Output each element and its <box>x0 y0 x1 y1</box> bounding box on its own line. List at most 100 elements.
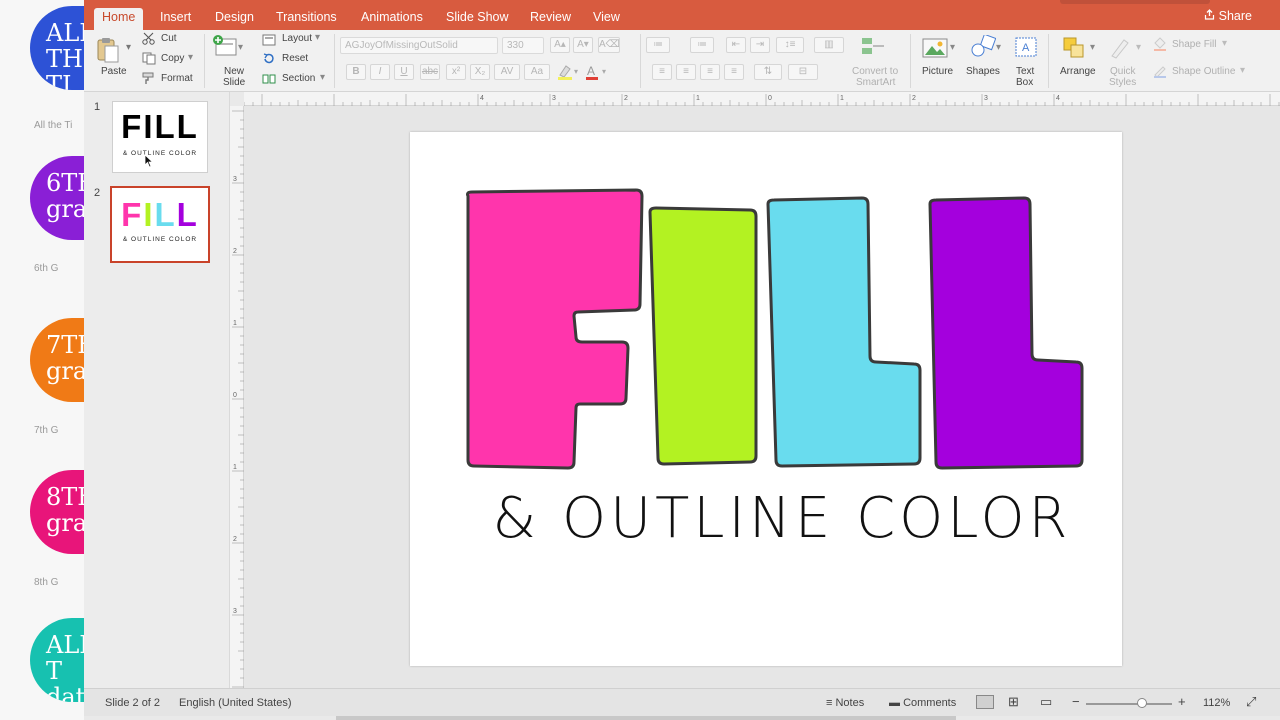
notes-button[interactable]: ≡ Notes <box>826 697 864 709</box>
grow-font-button[interactable]: A▴ <box>550 37 570 53</box>
ribbon-separator <box>1048 34 1049 88</box>
tab-slide-show[interactable]: Slide Show <box>438 8 517 30</box>
share-label: Share <box>1218 9 1252 23</box>
tab-transitions[interactable]: Transitions <box>268 8 345 30</box>
format-painter-button[interactable]: Format <box>161 73 193 84</box>
align-text-button[interactable]: ⊟ <box>788 64 818 80</box>
slide-subtitle[interactable]: & OUTLINE COLOR <box>472 484 1092 554</box>
line-spacing-button[interactable]: ↕≡ <box>776 37 804 53</box>
thumbnail-title-letter: L <box>154 196 177 233</box>
align-right-button[interactable]: ≡ <box>700 64 720 80</box>
desktop-folder-icon[interactable]: ALL T date <box>30 618 84 702</box>
mouse-cursor-icon <box>144 154 154 168</box>
share-button[interactable]: Share <box>1204 9 1252 23</box>
align-left-button[interactable]: ≡ <box>652 64 672 80</box>
columns-button[interactable]: ▥ <box>814 37 844 53</box>
desktop-folder-icon[interactable]: 8TH grade <box>30 470 84 554</box>
zoom-out-button[interactable]: − <box>1072 694 1080 709</box>
shrink-font-button[interactable]: A▾ <box>573 37 593 53</box>
numbering-button[interactable]: ≔ <box>690 37 714 53</box>
section-dropdown-icon[interactable]: ▾ <box>320 72 325 83</box>
copy-dropdown-icon[interactable]: ▾ <box>188 52 193 63</box>
subscript-button[interactable]: X₂ <box>470 64 490 80</box>
tab-insert[interactable]: Insert <box>152 8 199 30</box>
font-name-field[interactable]: AGJoyOfMissingOutSolid <box>340 37 498 54</box>
arrange-icon[interactable] <box>1062 36 1088 65</box>
section-button[interactable]: Section <box>282 73 315 84</box>
shape-fill-button[interactable]: Shape Fill <box>1172 39 1216 50</box>
underline-button[interactable]: U <box>394 64 414 80</box>
desktop-folder-icon[interactable]: ALL THE TI SCHOOLH 2018 - <box>30 6 84 90</box>
decrease-indent-button[interactable]: ⇤ <box>726 37 746 53</box>
zoom-level[interactable]: 112% <box>1203 697 1230 709</box>
ribbon-separator <box>334 34 335 88</box>
slide-thumbnail-1[interactable]: FILL & OUTLINE COLOR <box>112 101 208 173</box>
align-center-button[interactable]: ≡ <box>676 64 696 80</box>
zoom-in-button[interactable]: + <box>1178 694 1186 709</box>
letter-f-shape[interactable] <box>466 188 644 470</box>
font-size-field[interactable]: 330 <box>502 37 544 54</box>
smartart-icon[interactable] <box>860 36 886 63</box>
ribbon-home: Paste ▾ Cut Copy ▾ Format ▾ New Slide La… <box>84 30 1280 92</box>
highlight-icon[interactable]: ▾ <box>556 63 580 86</box>
thumbnail-title: FILL <box>112 197 208 233</box>
new-slide-icon[interactable] <box>212 34 238 63</box>
comments-button[interactable]: ▬ Comments <box>889 697 956 709</box>
shapes-icon[interactable] <box>970 33 997 64</box>
layout-dropdown-icon[interactable]: ▾ <box>315 32 320 43</box>
vertical-ruler: 3 2 1 0 1 2 3 <box>230 106 244 688</box>
tab-animations[interactable]: Animations <box>353 8 431 30</box>
text-box-label-1[interactable]: Text <box>1016 66 1034 77</box>
tab-design[interactable]: Design <box>207 8 262 30</box>
paste-button[interactable]: Paste <box>101 66 127 77</box>
bold-button[interactable]: B <box>346 64 366 80</box>
slide-sorter-view-icon[interactable]: ⊞ <box>1008 694 1019 710</box>
slide-thumbnail-2[interactable]: FILL & OUTLINE COLOR <box>110 186 210 263</box>
dock-edge <box>336 716 956 720</box>
picture-button[interactable]: Picture <box>922 66 953 77</box>
zoom-slider-handle[interactable] <box>1137 698 1148 708</box>
ruler-number: 0 <box>233 392 237 399</box>
text-direction-button[interactable]: ⇅ <box>754 64 782 80</box>
shapes-button[interactable]: Shapes <box>966 66 1000 77</box>
text-box-label-2[interactable]: Box <box>1016 77 1033 88</box>
text-box-icon[interactable]: A <box>1014 36 1038 63</box>
italic-button[interactable]: I <box>370 64 390 80</box>
cut-button[interactable]: Cut <box>161 33 177 44</box>
shape-outline-button[interactable]: Shape Outline <box>1172 66 1235 77</box>
tab-view[interactable]: View <box>585 8 628 30</box>
language-indicator[interactable]: English (United States) <box>179 697 292 709</box>
picture-icon[interactable] <box>922 36 948 65</box>
fit-to-window-icon[interactable]: ⤢ <box>1246 694 1256 710</box>
normal-view-icon[interactable] <box>976 695 994 709</box>
letter-l-shape[interactable] <box>766 196 922 468</box>
layout-button[interactable]: Layout <box>282 33 312 44</box>
copy-button[interactable]: Copy <box>161 53 184 64</box>
tab-review[interactable]: Review <box>522 8 579 30</box>
paste-icon[interactable] <box>96 36 120 69</box>
reading-view-icon[interactable]: ▭ <box>1040 694 1052 710</box>
title-bar-grip <box>1060 0 1210 4</box>
bullets-button[interactable]: ≔ <box>646 37 670 53</box>
clear-format-button[interactable]: A⌫ <box>598 37 620 53</box>
slide-2[interactable]: & OUTLINE COLOR <box>410 132 1122 666</box>
increase-indent-button[interactable]: ⇥ <box>750 37 770 53</box>
character-spacing-button[interactable]: AV <box>494 64 520 80</box>
justify-button[interactable]: ≡ <box>724 64 744 80</box>
desktop-folder-icon[interactable]: 6TH grade <box>30 156 84 240</box>
letter-l-shape[interactable] <box>928 196 1084 470</box>
desktop-folder-icon[interactable]: 7TH grade <box>30 318 84 402</box>
new-slide-dropdown-icon[interactable]: ▾ <box>238 42 243 53</box>
zoom-slider[interactable] <box>1086 703 1172 705</box>
font-color-icon[interactable]: A ▾ <box>584 63 610 86</box>
paste-dropdown-icon[interactable]: ▾ <box>126 42 131 53</box>
superscript-button[interactable]: x² <box>446 64 466 80</box>
strikethrough-button[interactable]: abc <box>420 64 440 80</box>
arrange-button[interactable]: Arrange <box>1060 66 1096 77</box>
change-case-button[interactable]: Aa <box>524 64 550 80</box>
tab-home[interactable]: Home <box>94 8 144 30</box>
letter-i-shape[interactable] <box>648 206 758 466</box>
quick-styles-icon[interactable] <box>1108 36 1134 65</box>
reset-button[interactable]: Reset <box>282 53 308 64</box>
ruler-number: 4 <box>480 95 484 102</box>
